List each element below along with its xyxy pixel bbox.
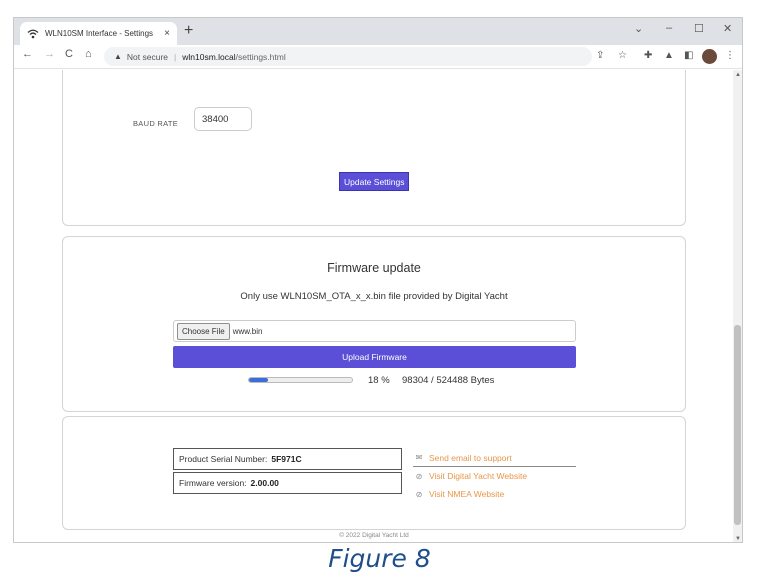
flask-icon[interactable]: ▲ — [664, 50, 674, 61]
profile-avatar[interactable] — [702, 49, 717, 64]
firmware-version-label: Firmware version: — [179, 478, 247, 488]
address-bar[interactable]: ▲ Not secure | wln10sm.local /settings.h… — [104, 47, 592, 66]
security-label: Not secure — [126, 51, 169, 62]
firmware-note: Only use WLN10SM_OTA_x_x.bin file provid… — [240, 291, 508, 302]
update-settings-button[interactable]: Update Settings — [339, 172, 410, 191]
tab-close-icon[interactable]: × — [164, 28, 170, 39]
upload-firmware-button[interactable]: Upload Firmware — [173, 346, 576, 368]
link-icon: ⊘ — [415, 471, 423, 481]
browser-toolbar: ← → C ⌂ ▲ Not secure | wln10sm.local /se… — [14, 45, 742, 69]
file-input[interactable]: Choose File www.bin — [173, 320, 576, 342]
scrollbar-thumb[interactable] — [734, 325, 741, 525]
baud-rate-input[interactable]: 38400 — [194, 107, 252, 131]
tab-strip: WLN10SM Interface - Settings × + ⌄ – ☐ ✕ — [14, 18, 742, 45]
reload-button[interactable]: C — [65, 48, 73, 60]
upload-progress-fill — [249, 378, 268, 382]
scroll-up-icon[interactable]: ▲ — [735, 72, 741, 78]
email-support-link[interactable]: ✉ Send email to support — [413, 449, 576, 467]
settings-card: BAUD RATE 38400 Update Settings — [62, 70, 686, 226]
forward-button[interactable]: → — [44, 48, 55, 60]
email-support-label[interactable]: Send email to support — [429, 453, 512, 463]
home-button[interactable]: ⌂ — [85, 48, 92, 60]
url-path: /settings.html — [235, 51, 286, 62]
tab-title: WLN10SM Interface - Settings — [45, 29, 154, 38]
progress-bytes: 98304 / 524488 Bytes — [402, 375, 495, 386]
share-icon[interactable]: ⇪ — [596, 50, 604, 61]
page-viewport: BAUD RATE 38400 Update Settings Firmware… — [14, 70, 742, 542]
url-host: wln10sm.local — [182, 51, 236, 62]
file-name: www.bin — [232, 326, 263, 336]
side-panel-icon[interactable]: ◧ — [684, 50, 693, 61]
digital-yacht-label[interactable]: Visit Digital Yacht Website — [429, 471, 527, 481]
tab-search-icon[interactable]: ⌄ — [634, 22, 643, 35]
choose-file-button[interactable]: Choose File — [177, 322, 230, 340]
back-button[interactable]: ← — [22, 48, 33, 60]
serial-label: Product Serial Number: — [179, 454, 268, 464]
scroll-down-icon[interactable]: ▼ — [735, 536, 741, 542]
maximize-button[interactable]: ☐ — [694, 22, 704, 35]
warning-icon: ▲ — [114, 52, 122, 61]
nmea-label[interactable]: Visit NMEA Website — [429, 489, 504, 499]
info-card: Product Serial Number: 5F971C Firmware v… — [62, 416, 686, 530]
support-links: ✉ Send email to support ⊘ Visit Digital … — [413, 449, 576, 503]
menu-icon[interactable]: ⋮ — [725, 50, 735, 61]
link-icon: ⊘ — [415, 489, 423, 499]
digital-yacht-link[interactable]: ⊘ Visit Digital Yacht Website — [413, 467, 576, 485]
nmea-link[interactable]: ⊘ Visit NMEA Website — [413, 485, 576, 503]
serial-number-box: Product Serial Number: 5F971C — [173, 448, 402, 470]
firmware-version-value: 2.00.00 — [250, 478, 279, 488]
address-separator: | — [174, 51, 177, 62]
close-window-button[interactable]: ✕ — [723, 22, 732, 35]
new-tab-button[interactable]: + — [184, 23, 193, 39]
baud-rate-label: BAUD RATE — [133, 119, 179, 128]
extensions-icon[interactable]: ✚ — [644, 50, 652, 61]
firmware-title: Firmware update — [327, 261, 421, 275]
star-icon[interactable]: ☆ — [618, 50, 627, 61]
progress-percent: 18 % — [368, 375, 390, 386]
wifi-icon — [27, 29, 39, 38]
figure-caption: Figure 8 — [328, 544, 431, 573]
firmware-version-box: Firmware version: 2.00.00 — [173, 472, 402, 494]
tab-settings[interactable]: WLN10SM Interface - Settings × — [20, 22, 177, 45]
page-footer: © 2022 Digital Yacht Ltd — [339, 532, 409, 539]
serial-value: 5F971C — [271, 454, 302, 464]
scrollbar[interactable]: ▲ ▼ — [733, 70, 742, 542]
upload-progress-bar — [248, 377, 353, 383]
minimize-button[interactable]: – — [666, 22, 672, 34]
firmware-card: Firmware update Only use WLN10SM_OTA_x_x… — [62, 236, 686, 412]
browser-window: WLN10SM Interface - Settings × + ⌄ – ☐ ✕… — [13, 17, 743, 543]
mail-icon: ✉ — [415, 453, 423, 462]
